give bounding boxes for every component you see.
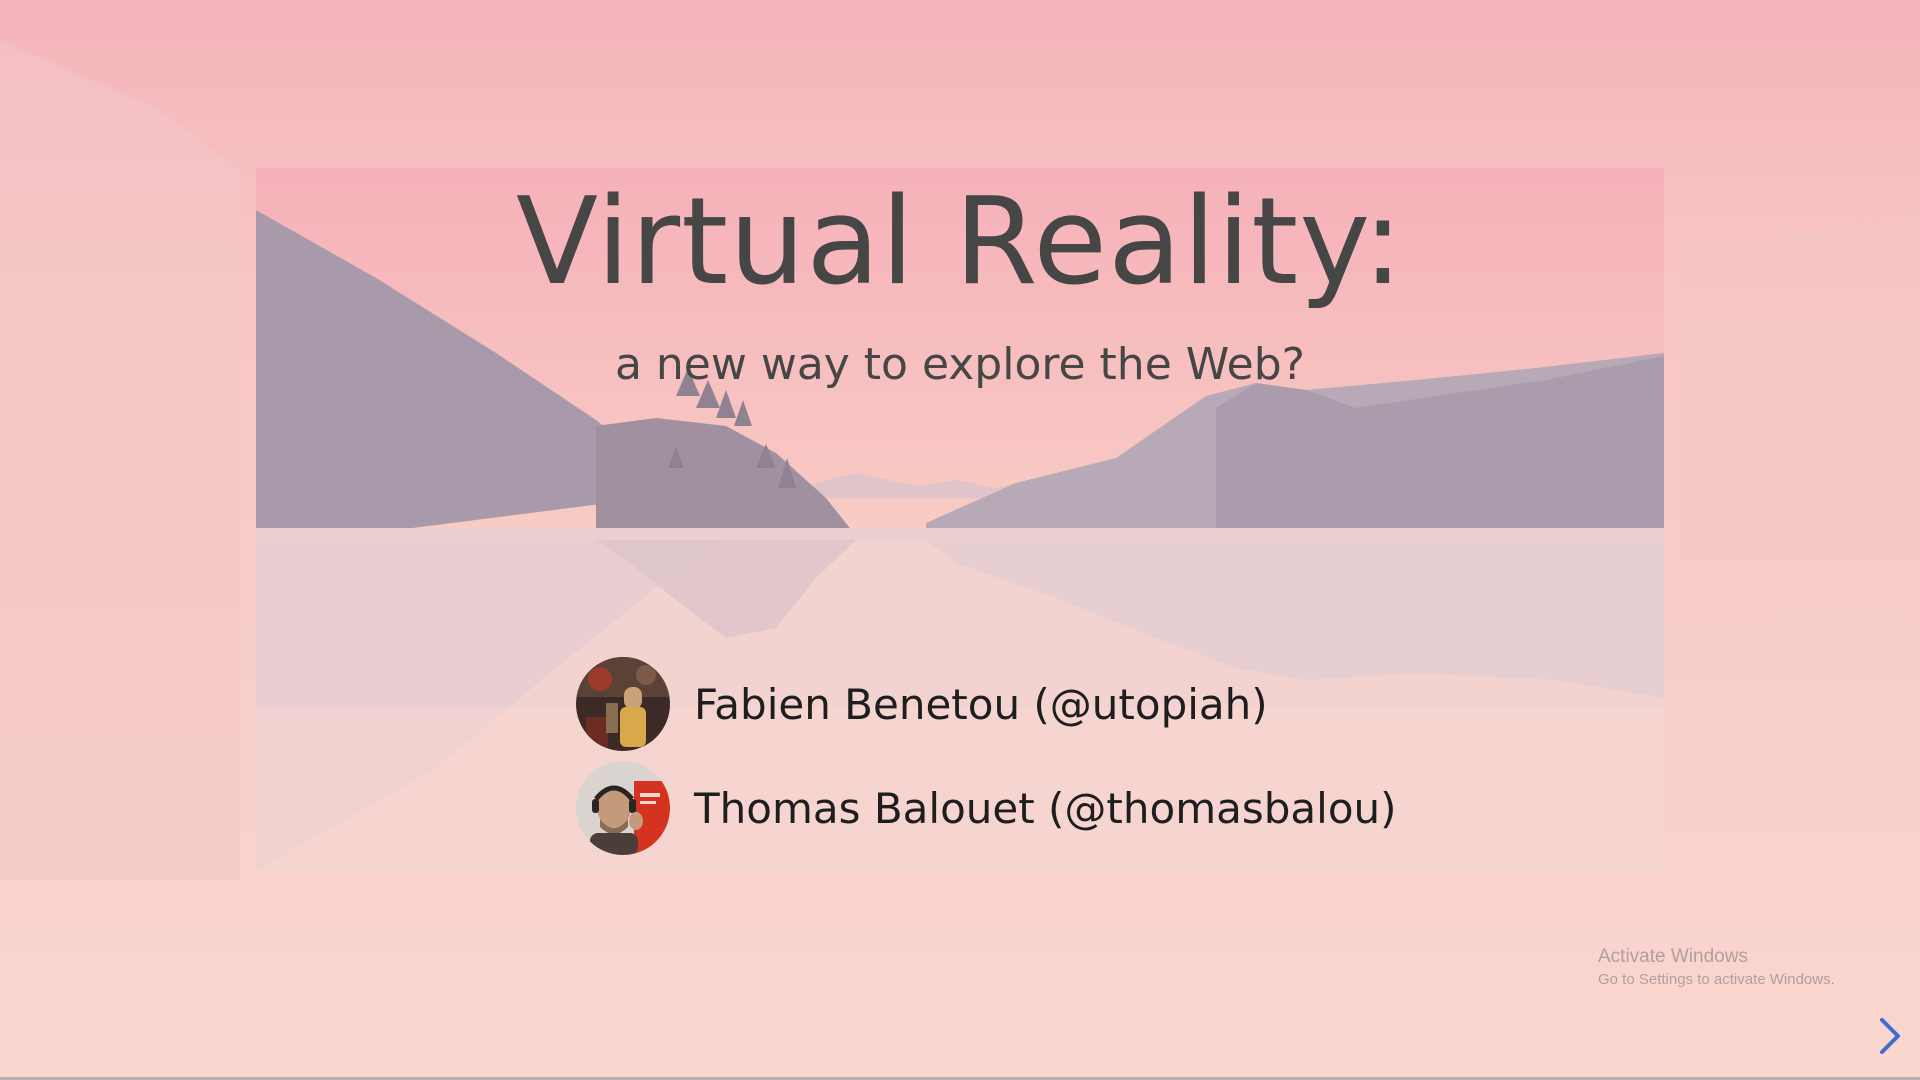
avatar	[576, 761, 670, 855]
chevron-right-icon	[1880, 1018, 1900, 1054]
author-name: Thomas Balouet (@thomasbalou)	[694, 783, 1397, 833]
author-name: Fabien Benetou (@utopiah)	[694, 679, 1268, 729]
author-row: Fabien Benetou (@utopiah)	[576, 656, 1268, 752]
avatar	[576, 657, 670, 751]
slide: Virtual Reality: a new way to explore th…	[0, 0, 1920, 1080]
slide-title: Virtual Reality:	[515, 173, 1405, 312]
next-slide-button[interactable]	[1872, 1012, 1908, 1060]
slide-subtitle: a new way to explore the Web?	[614, 339, 1306, 390]
author-row: Thomas Balouet (@thomasbalou)	[576, 760, 1397, 856]
avatar-photo	[576, 657, 670, 751]
watermark-subtitle: Go to Settings to activate Windows.	[1598, 971, 1835, 988]
avatar-photo	[576, 761, 670, 855]
watermark-title: Activate Windows	[1598, 946, 1748, 967]
activate-windows-watermark: Activate Windows Go to Settings to activ…	[1598, 944, 1835, 990]
